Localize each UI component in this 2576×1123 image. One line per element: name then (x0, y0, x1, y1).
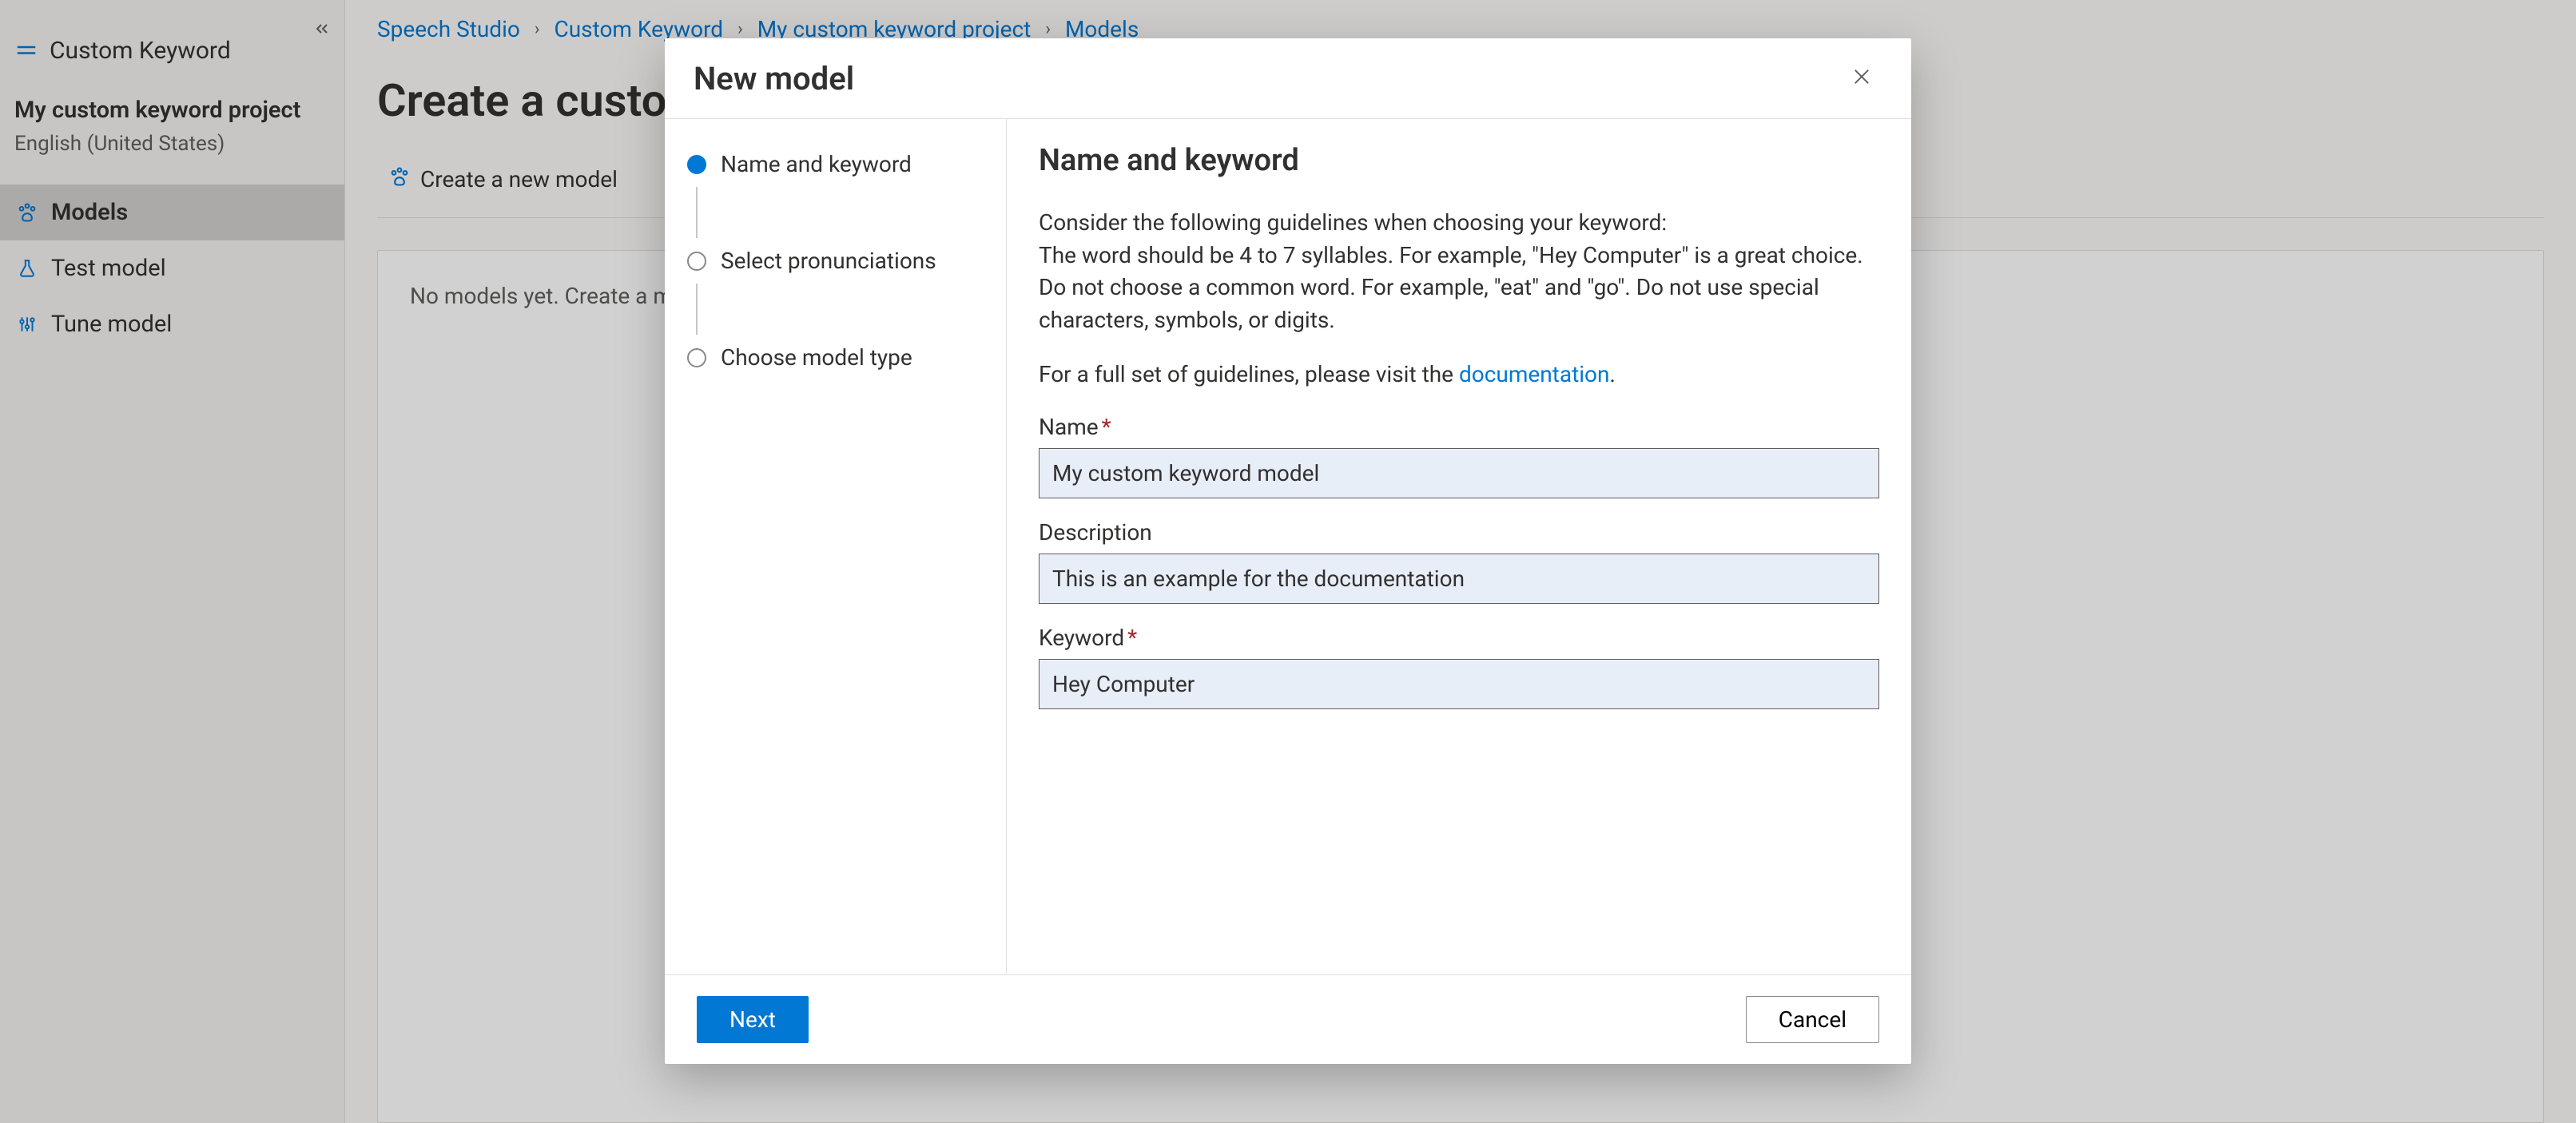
keyword-input[interactable] (1039, 659, 1879, 709)
next-button[interactable]: Next (697, 996, 809, 1043)
wizard-step-list: Name and keyword Select pronunciations C… (665, 119, 1007, 974)
step-bullet-icon (687, 155, 706, 174)
wizard-step-label: Choose model type (721, 344, 912, 371)
description-input[interactable] (1039, 554, 1879, 604)
step-connector (696, 284, 698, 335)
wizard-step-name-keyword[interactable]: Name and keyword (681, 146, 990, 182)
close-button[interactable] (1844, 59, 1879, 97)
wizard-step-pronunciations[interactable]: Select pronunciations (681, 243, 990, 279)
required-asterisk: * (1127, 625, 1137, 651)
wizard-step-model-type[interactable]: Choose model type (681, 339, 990, 375)
guidelines-intro: Consider the following guidelines when c… (1039, 209, 1667, 236)
new-model-dialog: New model Name and keyword Select pronun… (665, 38, 1911, 1064)
keyword-label: Keyword* (1039, 625, 1879, 651)
documentation-link[interactable]: documentation (1459, 361, 1610, 387)
description-label: Description (1039, 519, 1879, 546)
guidelines-body: The word should be 4 to 7 syllables. For… (1039, 242, 1863, 333)
doc-sentence-suffix: . (1609, 361, 1615, 387)
wizard-content-heading: Name and keyword (1039, 143, 1879, 178)
step-bullet-icon (687, 348, 706, 367)
modal-overlay: New model Name and keyword Select pronun… (0, 0, 2576, 1123)
dialog-title: New model (694, 60, 854, 97)
wizard-step-label: Select pronunciations (721, 248, 936, 274)
wizard-step-label: Name and keyword (721, 151, 912, 177)
step-connector (696, 187, 698, 238)
required-asterisk: * (1102, 414, 1111, 440)
wizard-content: Name and keyword Consider the following … (1007, 119, 1911, 974)
name-label-text: Name (1039, 414, 1099, 440)
step-bullet-icon (687, 252, 706, 271)
name-label: Name* (1039, 414, 1879, 440)
keyword-label-text: Keyword (1039, 625, 1124, 651)
cancel-button[interactable]: Cancel (1746, 996, 1879, 1043)
name-input[interactable] (1039, 448, 1879, 498)
doc-sentence-prefix: For a full set of guidelines, please vis… (1039, 361, 1459, 387)
